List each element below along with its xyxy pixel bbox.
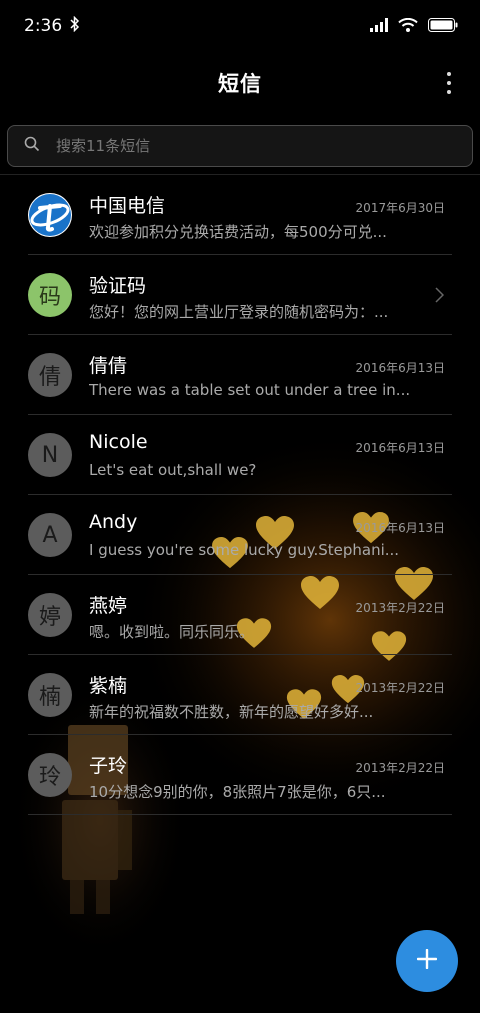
avatar: 玲: [28, 753, 72, 797]
chevron-right-icon: [435, 287, 445, 307]
china-telecom-logo: [28, 193, 72, 237]
divider: [28, 814, 452, 815]
message-preview: 您好！您的网上营业厅登录的随机密码为：...: [89, 303, 389, 321]
signal-icon: [370, 17, 388, 36]
contact-name: 验证码: [89, 275, 147, 297]
battery-icon: [428, 17, 458, 36]
message-preview: There was a table set out under a tree i…: [89, 381, 409, 399]
app-header: 短信: [0, 52, 480, 114]
avatar: N: [28, 433, 72, 477]
page-title: 短信: [218, 72, 262, 96]
conversation-item[interactable]: 楠 紫楠 2013年2月22日 新年的祝福数不胜数，新年的愿望好多好...: [0, 655, 480, 735]
conversation-item[interactable]: 码 验证码 您好！您的网上营业厅登录的随机密码为：...: [0, 255, 480, 335]
message-date: 2016年6月13日: [355, 361, 445, 375]
wifi-icon: [398, 17, 418, 36]
conversation-item[interactable]: 婷 燕婷 2013年2月22日 嗯。收到啦。同乐同乐。: [0, 575, 480, 655]
search-icon: [24, 136, 40, 156]
message-date: 2013年2月22日: [355, 761, 445, 775]
avatar: A: [28, 513, 72, 557]
avatar: 婷: [28, 593, 72, 637]
contact-name: Nicole: [89, 431, 148, 453]
avatar: 楠: [28, 673, 72, 717]
message-preview: I guess you're some lucky guy.Stephani..…: [89, 541, 400, 559]
contact-name: 中国电信: [89, 195, 166, 217]
more-vertical-icon[interactable]: [444, 72, 454, 94]
avatar: 倩: [28, 353, 72, 397]
message-preview: 10分想念9别的你，8张照片7张是你，6只...: [89, 783, 386, 801]
message-date: 2013年2月22日: [355, 601, 445, 615]
conversation-list: 中国电信 2017年6月30日 欢迎参加积分兑换话费活动，每500分可兑... …: [0, 175, 480, 815]
message-date: 2016年6月13日: [355, 521, 445, 535]
bluetooth-icon: [70, 15, 80, 37]
plus-icon: [416, 948, 438, 973]
conversation-item[interactable]: A Andy 2016年6月13日 I guess you're some lu…: [0, 495, 480, 575]
new-message-button[interactable]: [396, 930, 458, 992]
message-date: 2017年6月30日: [355, 201, 445, 215]
message-preview: Let's eat out,shall we?: [89, 461, 257, 479]
conversation-item[interactable]: 倩 倩倩 2016年6月13日 There was a table set ou…: [0, 335, 480, 415]
message-preview: 嗯。收到啦。同乐同乐。: [89, 623, 255, 641]
status-bar: 2:36: [0, 0, 480, 52]
message-date: 2016年6月13日: [355, 441, 445, 455]
contact-name: 子玲: [89, 755, 128, 777]
contact-name: Andy: [89, 511, 138, 533]
message-preview: 新年的祝福数不胜数，新年的愿望好多好...: [89, 703, 374, 721]
search-input[interactable]: [54, 136, 438, 156]
conversation-item[interactable]: 中国电信 2017年6月30日 欢迎参加积分兑换话费活动，每500分可兑...: [0, 175, 480, 255]
search-bar[interactable]: [7, 125, 473, 167]
contact-name: 倩倩: [89, 355, 128, 377]
status-time: 2:36: [24, 16, 63, 36]
contact-name: 紫楠: [89, 675, 128, 697]
message-date: 2013年2月22日: [355, 681, 445, 695]
conversation-item[interactable]: N Nicole 2016年6月13日 Let's eat out,shall …: [0, 415, 480, 495]
conversation-item[interactable]: 玲 子玲 2013年2月22日 10分想念9别的你，8张照片7张是你，6只...: [0, 735, 480, 815]
avatar: 码: [28, 273, 72, 317]
message-preview: 欢迎参加积分兑换话费活动，每500分可兑...: [89, 223, 387, 241]
contact-name: 燕婷: [89, 595, 128, 617]
